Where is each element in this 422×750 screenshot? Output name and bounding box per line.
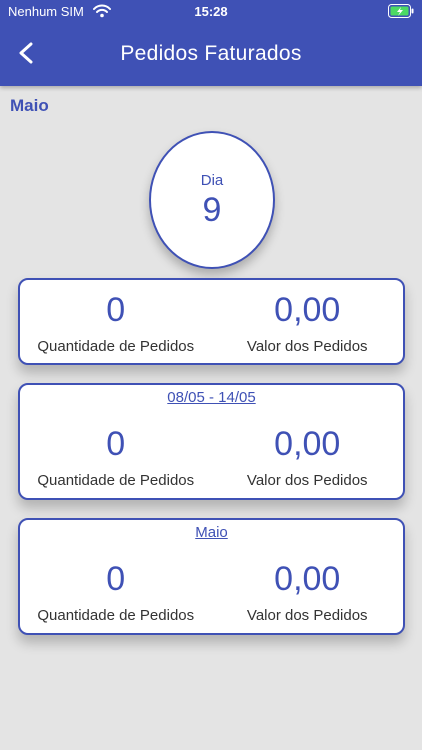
quantity-label: Quantidade de Pedidos [37, 338, 195, 355]
quantity-value: 0 [106, 560, 126, 598]
quantity-value: 0 [106, 425, 126, 463]
month-summary-card: Maio 0 Quantidade de Pedidos 0,00 Valor … [18, 518, 405, 635]
day-number: 9 [202, 191, 222, 229]
quantity-label: Quantidade de Pedidos [37, 472, 195, 489]
month-period-link[interactable]: Maio [20, 524, 403, 541]
quantity-label: Quantidade de Pedidos [37, 607, 195, 624]
quantity-column: 0 Quantidade de Pedidos [20, 424, 212, 489]
amount-column: 0,00 Valor dos Pedidos [212, 559, 404, 624]
quantity-column: 0 Quantidade de Pedidos [20, 559, 212, 624]
month-label: Maio [10, 96, 49, 115]
quantity-column: 0 Quantidade de Pedidos [20, 290, 212, 355]
battery-charging-icon [388, 4, 414, 18]
day-bubble[interactable]: Dia 9 [149, 131, 275, 269]
day-summary-card: 0 Quantidade de Pedidos 0,00 Valor dos P… [18, 278, 405, 365]
week-period-link[interactable]: 08/05 - 14/05 [20, 389, 403, 406]
amount-label: Valor dos Pedidos [246, 338, 368, 355]
amount-value: 0,00 [274, 425, 341, 463]
quantity-value: 0 [106, 291, 126, 329]
app-header: Nenhum SIM 15:28 Pedidos Faturados [0, 0, 422, 86]
page-title: Pedidos Faturados [120, 42, 302, 65]
amount-label: Valor dos Pedidos [246, 607, 368, 624]
amount-value: 0,00 [274, 291, 341, 329]
amount-column: 0,00 Valor dos Pedidos [212, 424, 404, 489]
amount-value: 0,00 [274, 560, 341, 598]
status-time: 15:28 [194, 4, 228, 19]
day-label: Dia [200, 172, 224, 189]
status-bar: Nenhum SIM 15:28 [0, 0, 422, 24]
week-summary-card: 08/05 - 14/05 0 Quantidade de Pedidos 0,… [18, 383, 405, 500]
amount-column: 0,00 Valor dos Pedidos [212, 290, 404, 355]
amount-label: Valor dos Pedidos [246, 472, 368, 489]
